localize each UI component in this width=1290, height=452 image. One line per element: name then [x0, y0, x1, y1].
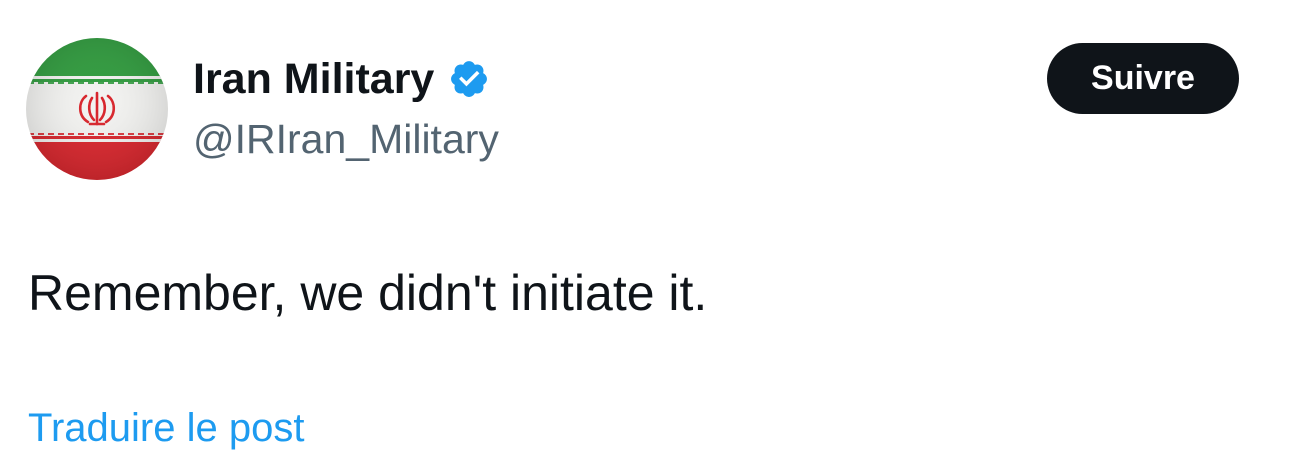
follow-button[interactable]: Suivre [1047, 43, 1239, 114]
iran-flag-icon [26, 38, 168, 180]
verified-badge-icon[interactable] [448, 58, 490, 100]
translate-post-link[interactable]: Traduire le post [28, 404, 304, 452]
display-name[interactable]: Iran Military [193, 53, 434, 105]
post-text: Remember, we didn't initiate it. [28, 265, 708, 321]
author-handle[interactable]: @IRIran_Military [193, 114, 499, 164]
author-name-row: Iran Military [193, 53, 490, 105]
avatar[interactable] [26, 38, 168, 180]
